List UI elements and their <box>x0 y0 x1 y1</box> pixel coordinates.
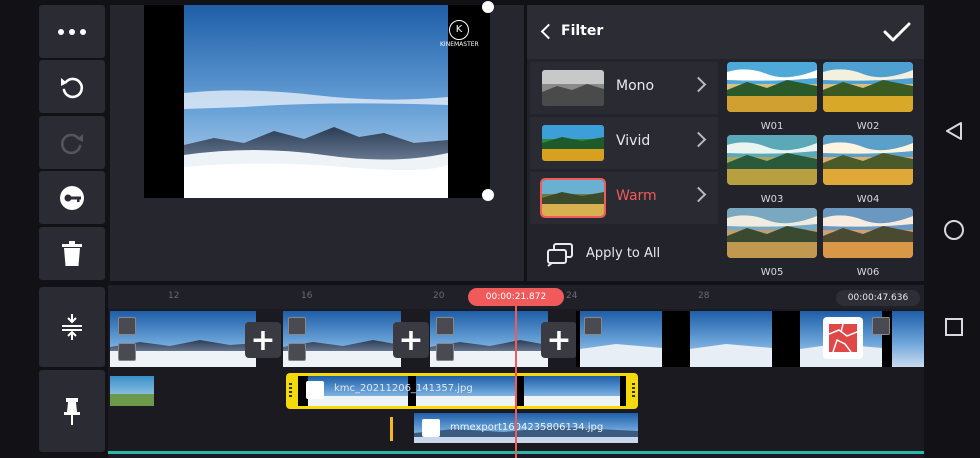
clip-effect-icon <box>288 343 306 361</box>
add-transition-button[interactable]: + <box>541 322 577 358</box>
trash-icon <box>62 240 82 266</box>
clip-image-icon <box>288 317 306 335</box>
filter-title: Filter <box>561 23 604 39</box>
layer-clip-label: kmc_20211206_141357.jpg <box>334 383 473 394</box>
preset-w04[interactable] <box>823 135 913 185</box>
apply-to-all-button[interactable]: Apply to All <box>530 227 718 281</box>
resize-handle-top[interactable] <box>482 1 494 13</box>
add-transition-button[interactable]: + <box>393 322 429 358</box>
vivid-thumbnail <box>542 125 604 161</box>
preset-w03[interactable] <box>727 135 817 185</box>
layer-compress-button[interactable] <box>39 287 105 367</box>
apply-to-all-label: Apply to All <box>586 246 661 261</box>
ruler-tick-label: 12 <box>168 291 180 301</box>
checkmark-icon[interactable] <box>883 21 911 43</box>
ruler-tick-label: 24 <box>566 291 578 301</box>
trim-handle-right[interactable] <box>632 383 635 399</box>
filter-category-vivid[interactable]: Vivid <box>530 117 718 169</box>
warm-thumbnail <box>540 178 606 218</box>
filter-category-label: Vivid <box>616 133 651 149</box>
preset-label: W06 <box>856 267 880 278</box>
add-transition-button[interactable]: + <box>245 322 281 358</box>
apply-all-icon <box>547 243 573 267</box>
preset-label: W01 <box>760 121 784 132</box>
back-triangle-icon[interactable] <box>944 121 964 141</box>
filter-applied-icon[interactable] <box>823 317 863 359</box>
recents-square-icon[interactable] <box>944 317 964 337</box>
ruler-tick-label: 16 <box>301 291 313 301</box>
clip-image-icon <box>422 419 440 437</box>
playhead-line[interactable] <box>515 299 517 458</box>
preset-label: W02 <box>856 121 880 132</box>
preset-label: W03 <box>760 194 784 205</box>
filter-header: Filter <box>527 5 924 59</box>
mono-thumbnail <box>542 70 604 106</box>
clip-image-icon <box>872 317 890 335</box>
layer-marker <box>390 417 393 441</box>
ruler-tick-label: 28 <box>698 291 710 301</box>
preset-w05[interactable] <box>727 208 817 258</box>
preview-frame[interactable]: K KINEMASTER <box>144 1 494 201</box>
preset-label: W05 <box>760 267 784 278</box>
ruler-tick-label: 20 <box>433 291 445 301</box>
resize-handle-bottom[interactable] <box>482 189 494 201</box>
layer-thumbnail[interactable] <box>110 376 154 406</box>
redo-icon <box>60 133 83 154</box>
layer-clip-label: mmexport1604235806134.jpg <box>450 422 604 433</box>
kinemaster-logo: K <box>449 20 469 40</box>
filter-category-warm[interactable]: Warm <box>530 172 718 224</box>
delete-button[interactable] <box>39 227 105 280</box>
preset-w02[interactable] <box>823 62 913 112</box>
more-button[interactable] <box>39 5 105 58</box>
layer-clip-selected[interactable]: kmc_20211206_141357.jpg <box>286 373 638 409</box>
filter-preset-grid: W01 W02 W03 W04 W05 W06 <box>722 58 922 281</box>
layer-compress-icon <box>62 314 82 340</box>
undo-button[interactable] <box>39 60 105 113</box>
chevron-right-icon <box>690 186 707 203</box>
filter-category-label: Mono <box>616 78 655 94</box>
chevron-right-icon <box>690 131 707 148</box>
preview-area: K KINEMASTER <box>110 1 524 281</box>
preview-image <box>184 5 448 198</box>
clip-image-icon <box>306 381 324 399</box>
clip-effect-icon <box>118 343 136 361</box>
system-nav-bar <box>928 0 980 458</box>
filter-category-label: Warm <box>616 188 657 204</box>
filter-category-mono[interactable]: Mono <box>530 62 718 114</box>
trim-handle-left[interactable] <box>289 383 292 399</box>
chevron-right-icon <box>690 76 707 93</box>
undo-icon <box>61 77 84 98</box>
pin-icon <box>64 398 80 425</box>
playhead-time[interactable]: 00:00:21.872 <box>468 288 564 306</box>
clip-effect-icon <box>436 343 454 361</box>
more-dots-icon <box>58 28 86 35</box>
keyframe-icon <box>60 185 84 210</box>
preset-w06[interactable] <box>823 208 913 258</box>
home-circle-icon[interactable] <box>943 219 965 241</box>
keyframe-button[interactable] <box>39 171 105 224</box>
preset-label: W04 <box>856 194 880 205</box>
total-duration: 00:00:47.636 <box>836 290 920 306</box>
redo-button[interactable] <box>39 116 105 169</box>
pin-button[interactable] <box>39 370 105 452</box>
back-chevron-icon[interactable] <box>540 23 557 40</box>
timeline[interactable]: 12 16 20 24 28 00:00:47.636 + + + kmc_20… <box>108 285 924 458</box>
clip-image-icon <box>118 317 136 335</box>
clip-image-icon <box>584 317 602 335</box>
watermark-text: KINEMASTER <box>440 41 479 48</box>
preset-w01[interactable] <box>727 62 817 112</box>
clip-image-icon <box>436 317 454 335</box>
